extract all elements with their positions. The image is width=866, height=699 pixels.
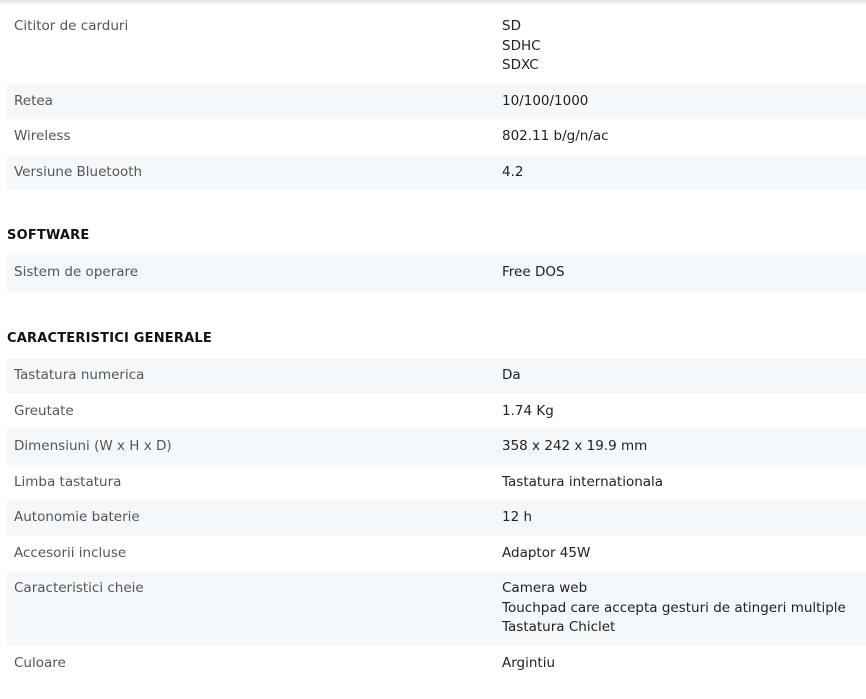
spec-value: 802.11 b/g/n/ac xyxy=(502,128,609,144)
spec-row-accessories: Accesorii incluse Adaptor 45W xyxy=(7,536,866,572)
spec-label: Wireless xyxy=(14,128,71,144)
spec-value-line: SDHC xyxy=(502,37,541,54)
spec-label: Greutate xyxy=(14,402,74,419)
spec-row-color: Culoare Argintiu xyxy=(7,646,866,682)
spec-value-line: Camera web xyxy=(502,580,588,596)
spec-label: Tastatura numerica xyxy=(7,358,502,394)
spec-label: Dimensiuni (W x H x D) xyxy=(7,429,502,465)
spec-value: 1.74 Kg xyxy=(502,402,554,419)
spec-label: Caracteristici cheie xyxy=(7,571,502,646)
spec-row-card-reader: Cititor de carduri SD SDHC SDXC xyxy=(7,9,866,84)
spec-row-bluetooth: Versiune Bluetooth 4.2 xyxy=(7,154,866,190)
spec-value: 12 h xyxy=(502,500,866,536)
spec-value: Adaptor 45W xyxy=(502,544,591,561)
spec-value: 4.2 xyxy=(502,154,866,190)
spec-row-key-features: Caracteristici cheie Camera web Touchpad… xyxy=(7,571,866,646)
spec-value: SD SDHC SDXC xyxy=(502,9,866,84)
specs-table-general: Tastatura numerica Da Greutate 1.74 Kg D… xyxy=(7,358,866,681)
spec-value: Tastatura internationala xyxy=(502,473,664,490)
specs-table-connectivity: Cititor de carduri SD SDHC SDXC Retea 10… xyxy=(7,9,866,190)
spec-value-line: SD xyxy=(502,18,521,34)
spec-label: Culoare xyxy=(14,654,66,671)
spec-label: Limba tastatura xyxy=(14,473,122,490)
top-shadow xyxy=(0,0,866,6)
spec-row-wireless: Wireless 802.11 b/g/n/ac xyxy=(7,119,866,155)
spec-value: 358 x 242 x 19.9 mm xyxy=(502,429,866,465)
spec-label: Retea xyxy=(7,83,502,119)
spec-label: Autonomie baterie xyxy=(7,500,502,536)
spec-row-dimensions: Dimensiuni (W x H x D) 358 x 242 x 19.9 … xyxy=(7,429,866,465)
spec-value-line: Tastatura Chiclet xyxy=(502,619,616,635)
section-heading-general: CARACTERISTICI GENERALE xyxy=(7,331,212,346)
spec-value: Camera web Touchpad care accepta gesturi… xyxy=(502,571,866,646)
spec-label: Sistem de operare xyxy=(7,255,502,291)
spec-label: Cititor de carduri xyxy=(14,18,129,34)
spec-row-numpad: Tastatura numerica Da xyxy=(7,358,866,394)
spec-label: Versiune Bluetooth xyxy=(7,154,502,190)
spec-value: Da xyxy=(502,358,866,394)
spec-row-weight: Greutate 1.74 Kg xyxy=(7,394,866,430)
spec-value: Argintiu xyxy=(502,654,556,671)
section-heading-software: SOFTWARE xyxy=(7,228,90,243)
spec-value-line: Touchpad care accepta gesturi de atinger… xyxy=(502,599,846,616)
spec-row-keyboard-language: Limba tastatura Tastatura internationala xyxy=(7,465,866,501)
spec-value: 10/100/1000 xyxy=(502,83,866,119)
specs-table-software: Sistem de operare Free DOS xyxy=(7,255,866,291)
spec-value-line: SDXC xyxy=(502,57,539,73)
spec-row-network: Retea 10/100/1000 xyxy=(7,83,866,119)
spec-label: Accesorii incluse xyxy=(14,544,127,561)
spec-row-os: Sistem de operare Free DOS xyxy=(7,255,866,291)
spec-row-battery: Autonomie baterie 12 h xyxy=(7,500,866,536)
spec-value: Free DOS xyxy=(502,255,866,291)
